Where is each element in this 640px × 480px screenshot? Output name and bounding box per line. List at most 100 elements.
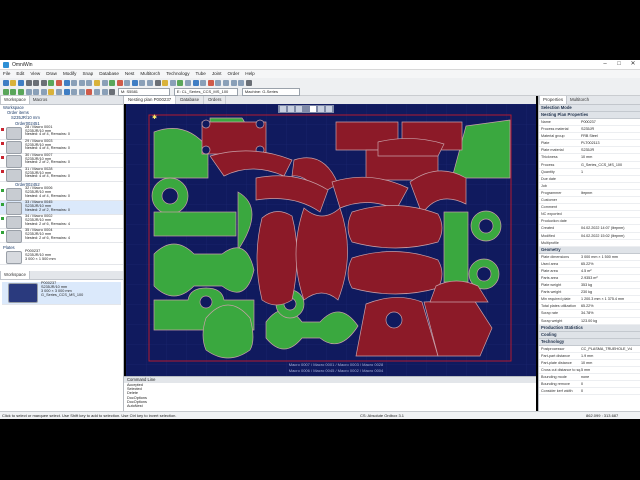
help-icon[interactable] xyxy=(245,79,252,86)
redo-icon[interactable] xyxy=(40,79,47,86)
simulate-icon[interactable] xyxy=(169,79,176,86)
chamfer-icon[interactable] xyxy=(93,88,100,95)
list-item[interactable]: 34 / Macro 0002 S235JR/10 mm Nested: 2 of … xyxy=(0,214,123,230)
save-icon[interactable] xyxy=(17,79,24,86)
property-value[interactable] xyxy=(581,183,640,189)
property-row[interactable]: Material group FRB Steel xyxy=(539,133,640,141)
menu-edit[interactable]: Edit xyxy=(13,70,27,78)
property-value[interactable]: 0 xyxy=(581,388,640,394)
menu-joint[interactable]: Joint xyxy=(209,70,225,78)
join-icon[interactable] xyxy=(78,88,85,95)
fillet-icon[interactable] xyxy=(101,88,108,95)
new-icon[interactable] xyxy=(2,79,9,86)
menu-modify[interactable]: Modify xyxy=(60,70,80,78)
text-icon[interactable] xyxy=(48,88,55,95)
menu-draw[interactable]: Draw xyxy=(43,70,60,78)
property-row[interactable]: Process G_Series_CCS_MS_100 xyxy=(539,162,640,169)
property-row[interactable]: Consider kerf width 0 xyxy=(539,388,640,396)
close-button[interactable]: ✕ xyxy=(626,60,640,69)
list-item[interactable]: 31 / Macro 0028 S235JR/10 mm Nested: 4 of … xyxy=(0,167,123,182)
minimize-button[interactable]: – xyxy=(598,60,612,69)
draw-circle-icon[interactable] xyxy=(17,88,24,95)
property-section-header[interactable]: Production Statistics xyxy=(539,324,640,332)
open-icon[interactable] xyxy=(10,79,17,86)
list-item[interactable]: 29 / Macro 0003 S235JR/10 mm Nested: 4 of … xyxy=(0,139,123,154)
property-value[interactable]: 1.9 mm xyxy=(581,353,640,359)
nesting-drawing[interactable]: ✱ Macro 0007 / Macro 0001 / Macro 0003 /… xyxy=(126,104,536,376)
property-value[interactable]: 1 200.3 mm × 1 375.4 mm xyxy=(581,296,640,302)
property-value[interactable]: S235JR xyxy=(581,126,640,132)
property-value[interactable]: 353 kg xyxy=(581,282,640,288)
property-row[interactable]: Job xyxy=(539,183,640,190)
view-tool-icon[interactable] xyxy=(318,106,324,112)
ortho-icon[interactable] xyxy=(238,79,245,86)
property-value[interactable]: 65.22% xyxy=(581,261,640,267)
rotate-icon[interactable] xyxy=(78,79,85,86)
property-value[interactable]: 04.02.2022 15:02 (lbrpnm) xyxy=(581,233,640,239)
plate-icon[interactable] xyxy=(192,79,199,86)
property-row[interactable]: Name P000237 xyxy=(539,119,640,127)
property-section-header[interactable]: Cooling xyxy=(539,331,640,339)
nest-icon[interactable] xyxy=(48,79,55,86)
list-item[interactable]: 35 / Macro 0004 S235JR/10 mm Nested: 2 of … xyxy=(0,228,123,244)
snap-icon[interactable] xyxy=(230,79,237,86)
menu-file[interactable]: File xyxy=(0,70,13,78)
property-value[interactable] xyxy=(581,204,640,210)
nested-part[interactable] xyxy=(443,211,469,283)
property-value[interactable]: 0 xyxy=(581,381,640,387)
tab-properties[interactable]: Properties xyxy=(539,96,568,104)
property-row[interactable]: Scrap weight 123.00 kg xyxy=(539,318,640,325)
nested-part[interactable] xyxy=(295,207,348,301)
property-value[interactable]: FRB Steel xyxy=(581,133,640,139)
property-row[interactable]: Scrap rate 34.78% xyxy=(539,310,640,318)
property-row[interactable]: Multiprofile xyxy=(539,240,640,247)
property-value[interactable]: S235JR xyxy=(581,147,640,153)
extend-icon[interactable] xyxy=(40,88,47,95)
cut-icon[interactable] xyxy=(116,79,123,86)
property-value[interactable]: G_Series_CCS_MS_100 xyxy=(581,162,640,168)
offset-icon[interactable] xyxy=(71,88,78,95)
series-combo[interactable]: E: CL_Series_CCS_MS_100 xyxy=(173,87,238,96)
property-row[interactable]: Modified 04.02.2022 15:02 (lbrpnm) xyxy=(539,233,640,240)
nested-part[interactable] xyxy=(153,211,237,237)
menu-multitorch[interactable]: Multitorch xyxy=(137,70,163,78)
move-icon[interactable] xyxy=(71,79,78,86)
property-row[interactable]: NC exported xyxy=(539,211,640,219)
property-value[interactable]: 230 kg xyxy=(581,289,640,295)
property-row[interactable]: Bounding remove 0 xyxy=(539,381,640,389)
property-value[interactable] xyxy=(581,240,640,246)
property-value[interactable]: 4.5 m² xyxy=(581,268,640,274)
property-row[interactable]: Due date xyxy=(539,176,640,183)
nested-part[interactable] xyxy=(347,205,443,249)
property-value[interactable] xyxy=(581,197,640,203)
tab-multitorch[interactable]: Multitorch xyxy=(567,96,592,104)
view-tool-icon[interactable] xyxy=(288,106,294,112)
property-row[interactable]: Postprocessor CC_PLASMA_TRUEHOLE_V4 xyxy=(539,346,640,353)
property-value[interactable]: 34.78% xyxy=(581,310,640,316)
list-item[interactable]: 28 / Macro 0001 S235JR/10 mm Nested: 4 of … xyxy=(0,125,123,140)
property-row[interactable]: Plate PLT002113 xyxy=(539,140,640,148)
menu-view[interactable]: View xyxy=(27,70,43,78)
lead-icon[interactable] xyxy=(93,79,100,86)
nested-part[interactable] xyxy=(256,211,298,306)
layer-icon[interactable] xyxy=(154,79,161,86)
mirror-icon[interactable] xyxy=(86,79,93,86)
report-icon[interactable] xyxy=(185,79,192,86)
draw-rect-icon[interactable] xyxy=(25,88,32,95)
tab-workspace[interactable]: Workspace xyxy=(0,96,30,104)
property-row[interactable]: Cross cut distance to sq. 5 mm xyxy=(539,367,640,374)
explode-icon[interactable] xyxy=(86,88,93,95)
property-row[interactable]: Process material S235JR xyxy=(539,126,640,134)
property-row[interactable]: Total plates utilization 65.22% xyxy=(539,303,640,311)
property-value[interactable]: CC_PLASMA_TRUEHOLE_V4 xyxy=(581,346,640,352)
property-value[interactable]: none xyxy=(581,374,640,380)
bridge-icon[interactable] xyxy=(101,79,108,86)
property-row[interactable]: Bounding mode none xyxy=(539,374,640,382)
settings-icon[interactable] xyxy=(215,79,222,86)
property-value[interactable]: PLT002113 xyxy=(581,140,640,146)
menu-order[interactable]: Order xyxy=(225,70,243,78)
property-value[interactable]: 2.9353 m² xyxy=(581,275,640,281)
property-value[interactable]: 3 000 mm × 1 500 mm xyxy=(581,254,640,260)
property-section-header[interactable]: Technology xyxy=(539,338,640,346)
property-value[interactable] xyxy=(581,211,640,217)
